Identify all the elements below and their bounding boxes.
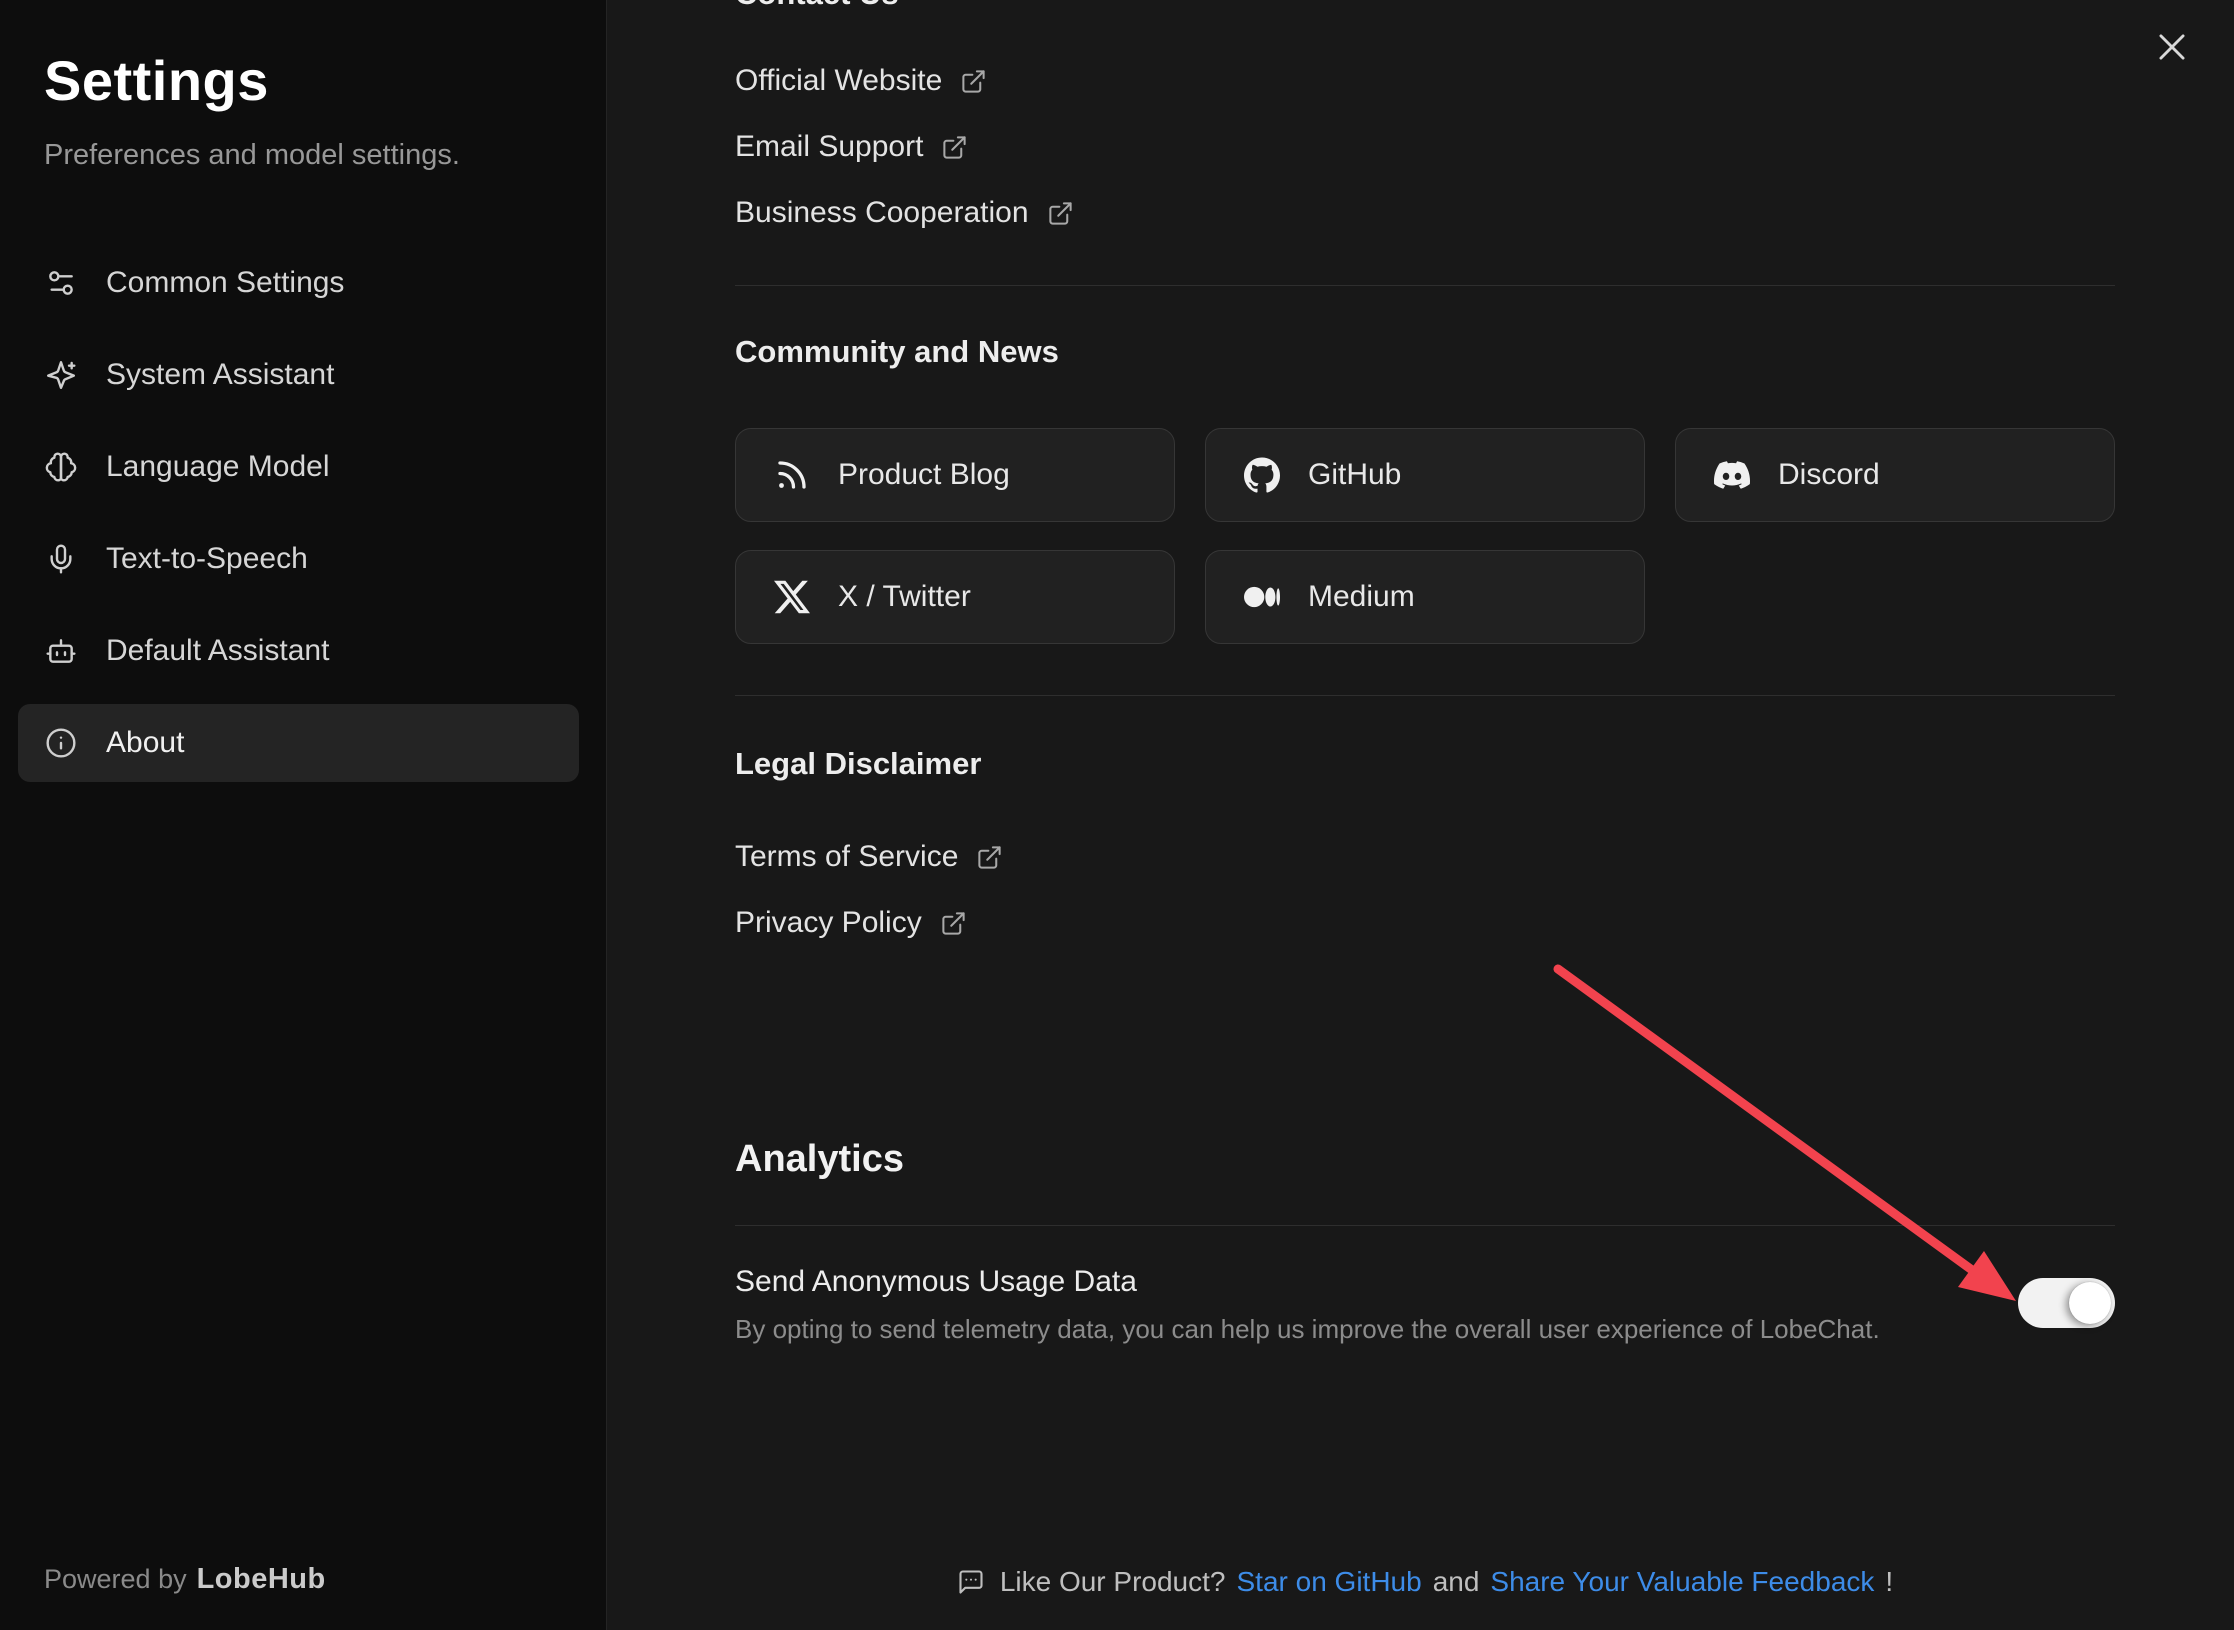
button-label: X / Twitter — [838, 580, 971, 614]
rss-icon — [772, 455, 812, 495]
link-label: Terms of Service — [735, 840, 958, 874]
footer-suffix: ! — [1885, 1566, 1893, 1598]
sidebar-item-label: Text-to-Speech — [106, 542, 308, 576]
close-button[interactable] — [2150, 26, 2194, 70]
sidebar-item-default-assistant[interactable]: Default Assistant — [18, 612, 579, 690]
privacy-policy-link[interactable]: Privacy Policy — [735, 890, 967, 956]
close-icon — [2153, 54, 2191, 69]
link-label: Official Website — [735, 64, 942, 98]
divider — [735, 695, 2115, 696]
sparkles-icon — [44, 358, 78, 392]
discord-icon — [1712, 455, 1752, 495]
link-label: Privacy Policy — [735, 906, 922, 940]
bot-icon — [44, 634, 78, 668]
external-link-icon — [940, 910, 967, 937]
terms-of-service-link[interactable]: Terms of Service — [735, 824, 1003, 890]
feedback-bubble-icon — [957, 1568, 985, 1596]
button-label: GitHub — [1308, 458, 1401, 492]
lobehub-brand[interactable]: LobeHub — [197, 1563, 326, 1595]
button-label: Discord — [1778, 458, 1880, 492]
sidebar-item-about[interactable]: About — [18, 704, 579, 782]
official-website-link[interactable]: Official Website — [735, 48, 987, 114]
send-usage-data-label: Send Anonymous Usage Data — [735, 1260, 1880, 1304]
sidebar-item-label: Default Assistant — [106, 634, 329, 668]
business-cooperation-link[interactable]: Business Cooperation — [735, 180, 1074, 246]
github-icon — [1242, 455, 1282, 495]
sidebar-item-language-model[interactable]: Language Model — [18, 428, 579, 506]
divider — [735, 1225, 2115, 1226]
github-button[interactable]: GitHub — [1205, 428, 1645, 522]
x-twitter-button[interactable]: X / Twitter — [735, 550, 1175, 644]
sidebar-item-label: System Assistant — [106, 358, 334, 392]
discord-button[interactable]: Discord — [1675, 428, 2115, 522]
toggle-knob — [2069, 1282, 2111, 1324]
main-footer: Like Our Product? Star on GitHub and Sha… — [735, 1566, 2115, 1598]
powered-by-text: Powered by — [44, 1564, 187, 1594]
powered-by: Powered by LobeHub — [44, 1563, 326, 1596]
community-buttons: Product Blog GitHub Discord X / Twitter — [735, 428, 2115, 644]
sidebar: Settings Preferences and model settings.… — [0, 0, 607, 1630]
footer-prefix: Like Our Product? — [1000, 1566, 1226, 1598]
legal-links: Terms of Service Privacy Policy — [735, 824, 2115, 956]
brain-icon — [44, 450, 78, 484]
sidebar-item-system-assistant[interactable]: System Assistant — [18, 336, 579, 414]
contact-links: Official Website Email Support Business … — [735, 48, 2115, 246]
product-blog-button[interactable]: Product Blog — [735, 428, 1175, 522]
star-on-github-link[interactable]: Star on GitHub — [1236, 1566, 1421, 1598]
mic-icon — [44, 542, 78, 576]
legal-disclaimer-heading: Legal Disclaimer — [735, 744, 2115, 784]
x-icon — [772, 577, 812, 617]
settings-content: Contact Us Official Website Email Suppor… — [607, 0, 2234, 1630]
send-usage-data-toggle[interactable] — [2018, 1278, 2115, 1328]
sliders-icon — [44, 266, 78, 300]
sidebar-item-label: Language Model — [106, 450, 330, 484]
external-link-icon — [941, 134, 968, 161]
sidebar-item-label: Common Settings — [106, 266, 344, 300]
link-label: Email Support — [735, 130, 923, 164]
email-support-link[interactable]: Email Support — [735, 114, 968, 180]
medium-button[interactable]: Medium — [1205, 550, 1645, 644]
link-label: Business Cooperation — [735, 196, 1029, 230]
button-label: Product Blog — [838, 458, 1010, 492]
info-icon — [44, 726, 78, 760]
page-title: Settings — [44, 48, 578, 113]
external-link-icon — [1047, 200, 1074, 227]
analytics-heading: Analytics — [735, 1135, 2115, 1183]
medium-icon — [1242, 577, 1282, 617]
send-usage-data-description: By opting to send telemetry data, you ca… — [735, 1312, 1880, 1346]
settings-nav: Common Settings System Assistant Languag… — [18, 244, 578, 782]
sidebar-item-common-settings[interactable]: Common Settings — [18, 244, 579, 322]
sidebar-item-label: About — [106, 726, 184, 760]
page-subtitle: Preferences and model settings. — [44, 139, 578, 172]
sidebar-item-text-to-speech[interactable]: Text-to-Speech — [18, 520, 579, 598]
settings-window: Settings Preferences and model settings.… — [0, 0, 2234, 1630]
analytics-toggle-row: Send Anonymous Usage Data By opting to s… — [735, 1260, 2115, 1346]
share-feedback-link[interactable]: Share Your Valuable Feedback — [1490, 1566, 1874, 1598]
button-label: Medium — [1308, 580, 1415, 614]
external-link-icon — [976, 844, 1003, 871]
contact-us-heading: Contact Us — [735, 0, 2115, 14]
external-link-icon — [960, 68, 987, 95]
divider — [735, 285, 2115, 286]
community-heading: Community and News — [735, 332, 2115, 372]
footer-middle: and — [1433, 1566, 1480, 1598]
toggle-text-block: Send Anonymous Usage Data By opting to s… — [735, 1260, 1880, 1346]
